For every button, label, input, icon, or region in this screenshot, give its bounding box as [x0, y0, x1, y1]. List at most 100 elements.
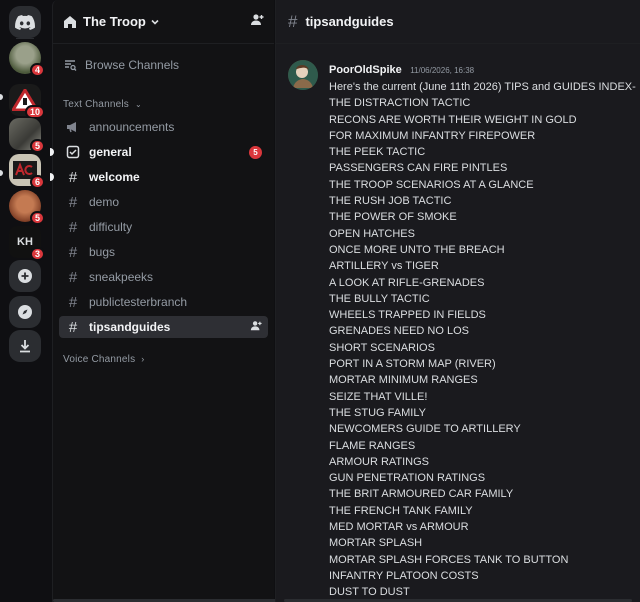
message-line: ARMOUR RATINGS	[329, 455, 430, 468]
hashtag-icon: #	[68, 243, 78, 261]
discord-home-button[interactable]	[9, 6, 41, 38]
message-body: PoorOldSpike 11/06/2026, 16:38 Here's th…	[329, 60, 636, 601]
message-line: THE STUG FAMILY	[329, 406, 426, 419]
server-icon-6[interactable]: KH 3	[9, 226, 45, 261]
hashtag-icon: #	[68, 193, 78, 211]
channel-label: welcome	[89, 170, 140, 184]
unread-indicator	[50, 173, 54, 181]
hashtag-icon: #	[68, 268, 78, 286]
message-line: RECONS ARE WORTH THEIR WEIGHT IN GOLD	[329, 113, 577, 126]
discover-button[interactable]	[9, 296, 41, 328]
mention-badge: 5	[249, 145, 262, 159]
plus-icon	[18, 269, 32, 283]
message-line: ARTILLERY vs TIGER	[329, 260, 439, 273]
message-line: FOR MAXIMUM INFANTRY FIREPOWER	[329, 129, 536, 142]
mention-badge: 3	[29, 247, 45, 261]
channel-label: announcements	[89, 120, 175, 134]
download-apps-button[interactable]	[9, 330, 41, 362]
server-icon-3[interactable]: 5	[9, 118, 45, 153]
message-content: Here's the current (June 11th 2026) TIPS…	[329, 79, 636, 601]
unread-pill	[0, 94, 3, 100]
message-line: THE TROOP SCENARIOS AT A GLANCE	[329, 178, 534, 191]
category-label: Voice Channels	[63, 354, 136, 365]
category-label: Text Channels	[63, 99, 129, 110]
message-line: SEIZE THAT VILLE!	[329, 390, 428, 403]
message-line: GUN PENETRATION RATINGS	[329, 472, 486, 485]
server-initials: KH	[17, 236, 33, 248]
server-icon-5[interactable]: 5	[9, 190, 45, 225]
message-line: THE RUSH JOB TACTIC	[329, 195, 452, 208]
message-line: NEWCOMERS GUIDE TO ARTILLERY	[329, 423, 521, 436]
message-line: MED MORTAR vs ARMOUR	[329, 521, 469, 534]
channel-general[interactable]: general 5	[50, 141, 268, 163]
message: PoorOldSpike 11/06/2026, 16:38 Here's th…	[288, 60, 636, 601]
message-line: THE POWER OF SMOKE	[329, 211, 457, 224]
hashtag-icon: #	[68, 318, 78, 336]
message-line: THE PEEK TACTIC	[329, 146, 426, 159]
server-guide-icon	[64, 15, 76, 28]
mention-badge: 4	[29, 63, 45, 77]
create-invite-button[interactable]	[250, 320, 262, 335]
hashtag-icon: #	[68, 293, 78, 311]
channel-label: sneakpeeks	[89, 270, 154, 284]
chevron-down-icon	[151, 19, 159, 25]
download-icon	[20, 340, 30, 353]
hashtag-icon: #	[288, 11, 298, 31]
message-line: PASSENGERS CAN FIRE PINTLES	[329, 162, 508, 175]
browse-channels-button[interactable]: Browse Channels	[63, 54, 268, 76]
message-line: Here's the current (June 11th 2026) TIPS…	[329, 81, 636, 93]
browse-channels-label: Browse Channels	[85, 58, 180, 72]
message-line: OPEN HATCHES	[329, 227, 415, 240]
browse-list-icon	[65, 60, 77, 71]
chat-area: # tipsandguides PoorOldSpike 11/06/2026,…	[275, 0, 640, 602]
channel-label: publictesterbranch	[89, 295, 188, 309]
channel-header: # tipsandguides	[276, 0, 640, 44]
invite-people-button[interactable]	[250, 13, 264, 30]
channel-sneakpeeks[interactable]: # sneakpeeks	[59, 266, 268, 288]
add-server-button[interactable]	[9, 260, 41, 292]
message-timestamp: 11/06/2026, 16:38	[410, 66, 475, 75]
channel-difficulty[interactable]: # difficulty	[59, 216, 268, 238]
server-icon-2[interactable]: 10	[9, 84, 45, 119]
message-line: GRENADES NEED NO LOS	[329, 325, 469, 338]
message-line: THE FRENCH TANK FAMILY	[329, 504, 473, 517]
channel-label: general	[89, 145, 132, 159]
message-line: THE DISTRACTION TACTIC	[329, 97, 471, 110]
discord-logo-icon	[15, 14, 35, 30]
message-author[interactable]: PoorOldSpike	[329, 64, 402, 76]
message-line: THE BULLY TACTIC	[329, 292, 430, 305]
mention-badge: 5	[29, 211, 45, 225]
voice-channels-category[interactable]: Voice Channels ›	[63, 354, 144, 365]
server-rail: 4 10 5 6 5 KH 3	[0, 0, 50, 602]
channel-label: demo	[89, 195, 120, 209]
channel-tipsandguides[interactable]: # tipsandguides	[59, 316, 268, 338]
channel-label: difficulty	[89, 220, 133, 234]
channel-welcome[interactable]: # welcome	[50, 166, 268, 188]
message-line: WHEELS TRAPPED IN FIELDS	[329, 309, 486, 322]
unread-indicator	[50, 148, 54, 156]
add-user-icon	[251, 14, 264, 25]
mention-badge: 10	[24, 105, 45, 119]
chevron-down-icon: ⌄	[134, 100, 142, 109]
message-line: A LOOK AT RIFLE-GRENADES	[329, 276, 485, 289]
text-channels-category[interactable]: Text Channels ⌄	[63, 99, 142, 110]
channel-publictesterbranch[interactable]: # publictesterbranch	[59, 291, 268, 313]
channel-announcements[interactable]: announcements	[59, 116, 268, 138]
server-name: The Troop	[83, 14, 146, 29]
megaphone-icon	[67, 122, 76, 133]
server-icon-1[interactable]: 4	[9, 42, 45, 77]
add-user-icon	[250, 320, 262, 330]
compass-icon	[18, 305, 32, 319]
channel-demo[interactable]: # demo	[59, 191, 268, 213]
server-header[interactable]: The Troop	[53, 0, 274, 44]
hashtag-icon: #	[68, 218, 78, 236]
rules-checkbox-icon	[66, 145, 80, 159]
channel-bugs[interactable]: # bugs	[59, 241, 268, 263]
channel-label: tipsandguides	[89, 320, 171, 334]
server-icon-4[interactable]: 6	[9, 154, 45, 189]
mention-badge: 5	[29, 139, 45, 153]
message-header: PoorOldSpike 11/06/2026, 16:38	[329, 60, 634, 78]
avatar[interactable]	[288, 60, 318, 90]
user-avatar-icon	[288, 60, 318, 90]
channel-sidebar: The Troop Browse Channels Text Channels …	[50, 0, 315, 602]
